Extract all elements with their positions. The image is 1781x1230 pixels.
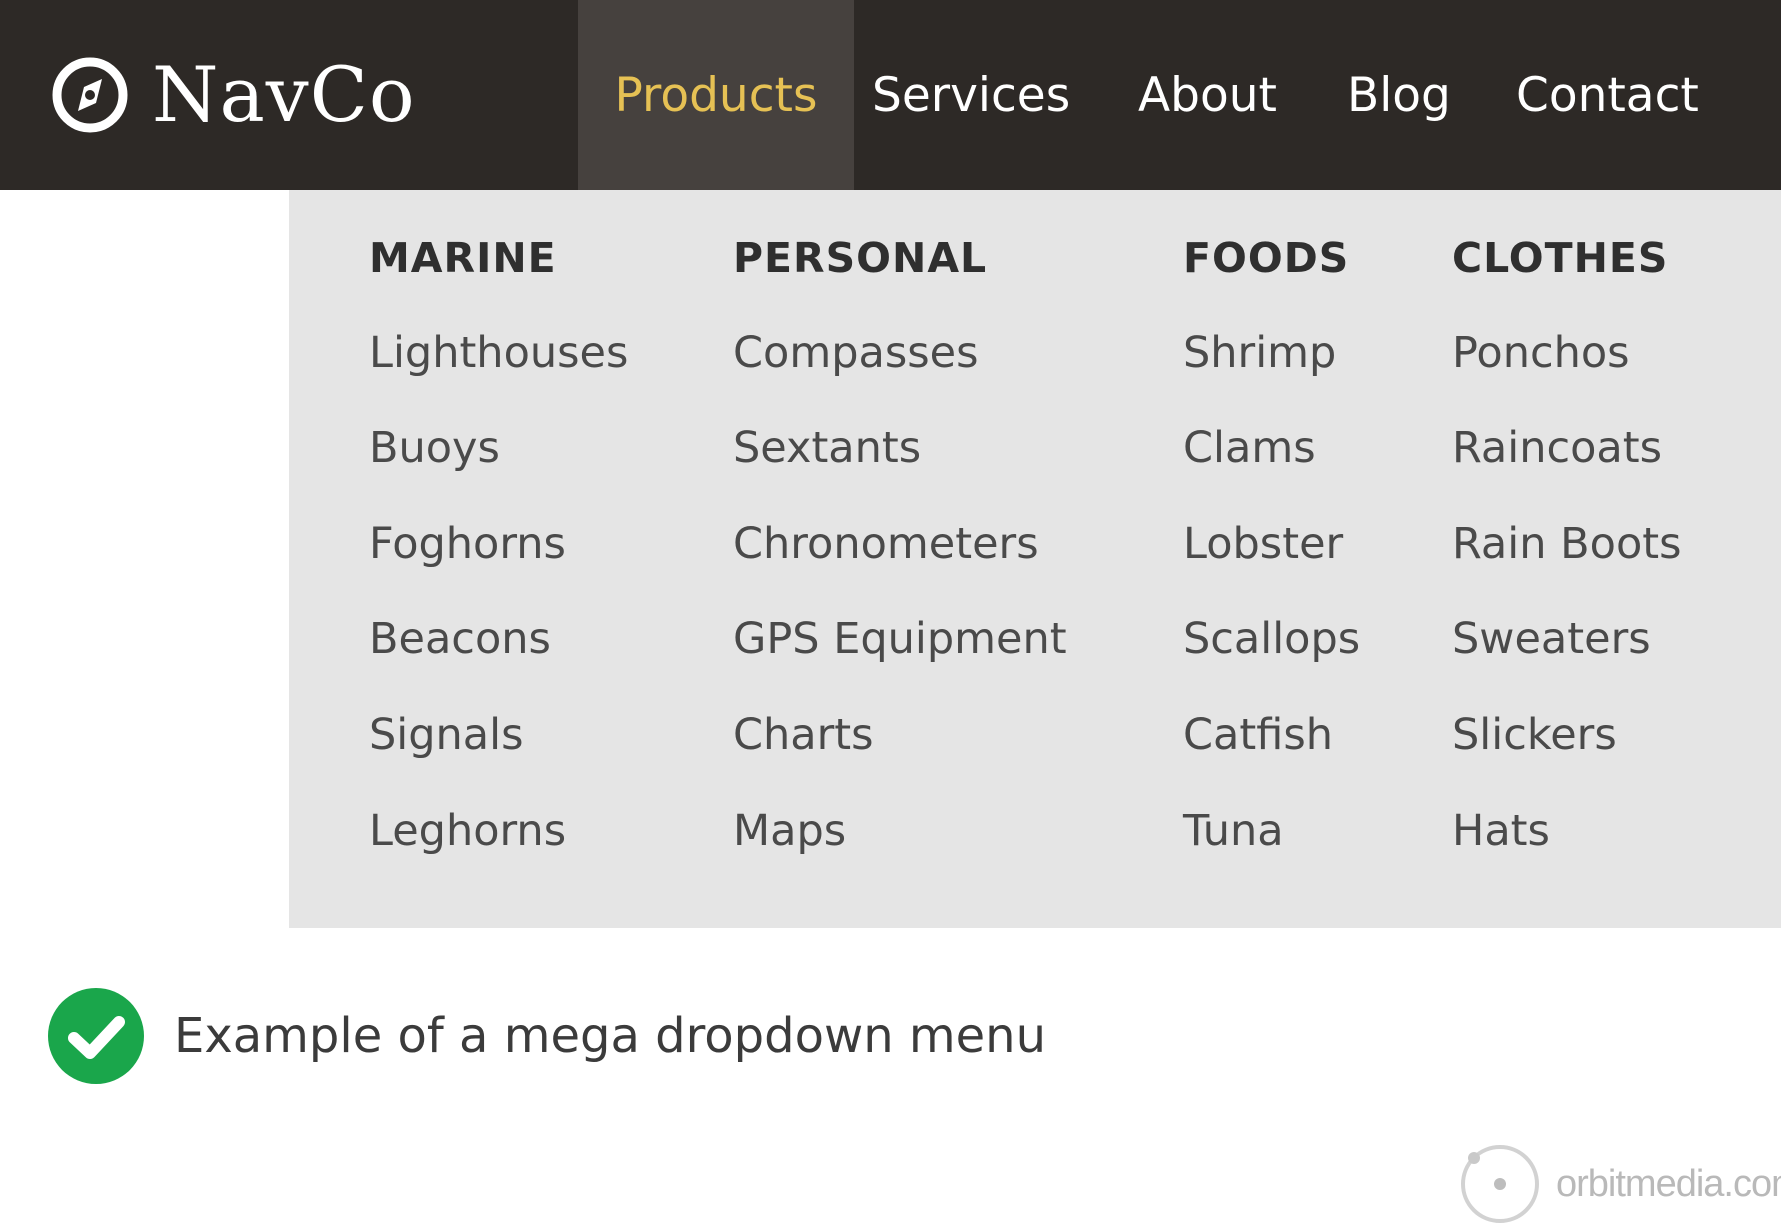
menu-link[interactable]: Leghorns <box>369 810 566 853</box>
menu-link[interactable]: Compasses <box>733 332 979 375</box>
menu-link[interactable]: Lighthouses <box>369 332 628 375</box>
watermark: orbitmedia.com <box>1458 1142 1781 1226</box>
menu-link[interactable]: Sweaters <box>1452 618 1651 661</box>
mega-dropdown-panel: MARINE Lighthouses Buoys Foghorns Beacon… <box>289 190 1781 928</box>
menu-link[interactable]: Tuna <box>1183 810 1284 853</box>
page: NavCo Products Services About Blog Conta… <box>0 0 1781 1230</box>
menu-link[interactable]: Shrimp <box>1183 332 1336 375</box>
caption-text: Example of a mega dropdown menu <box>174 1008 1047 1064</box>
menu-link[interactable]: Ponchos <box>1452 332 1630 375</box>
menu-link[interactable]: Sextants <box>733 427 921 470</box>
menu-link[interactable]: Raincoats <box>1452 427 1662 470</box>
column-heading: FOODS <box>1183 234 1350 282</box>
menu-link[interactable]: Buoys <box>369 427 500 470</box>
menu-link[interactable]: Foghorns <box>369 523 566 566</box>
menu-link[interactable]: Maps <box>733 810 846 853</box>
nav-item-about[interactable]: About <box>1138 0 1298 190</box>
orbit-icon <box>1461 1145 1539 1223</box>
compass-icon <box>52 57 128 133</box>
menu-link[interactable]: Catfish <box>1183 714 1333 757</box>
nav-item-services[interactable]: Services <box>872 0 1092 190</box>
column-heading: MARINE <box>369 234 557 282</box>
menu-link[interactable]: Slickers <box>1452 714 1617 757</box>
menu-link[interactable]: Clams <box>1183 427 1316 470</box>
nav-item-contact[interactable]: Contact <box>1516 0 1716 190</box>
menu-link[interactable]: Beacons <box>369 618 551 661</box>
menu-link[interactable]: Signals <box>369 714 524 757</box>
nav-item-products[interactable]: Products <box>578 0 854 190</box>
menu-link[interactable]: GPS Equipment <box>733 618 1067 661</box>
menu-link[interactable]: Scallops <box>1183 618 1360 661</box>
column-heading: CLOTHES <box>1452 234 1669 282</box>
column-heading: PERSONAL <box>733 234 988 282</box>
menu-link[interactable]: Lobster <box>1183 523 1343 566</box>
check-circle-icon <box>48 988 144 1084</box>
menu-link[interactable]: Charts <box>733 714 874 757</box>
menu-link[interactable]: Hats <box>1452 810 1550 853</box>
nav-item-blog[interactable]: Blog <box>1347 0 1465 190</box>
menu-link[interactable]: Rain Boots <box>1452 523 1682 566</box>
brand-logo-link[interactable]: NavCo <box>50 0 416 190</box>
menu-link[interactable]: Chronometers <box>733 523 1039 566</box>
watermark-text: orbitmedia.com <box>1556 1162 1781 1205</box>
example-caption: Example of a mega dropdown menu <box>48 988 1046 1084</box>
top-navbar: NavCo Products Services About Blog Conta… <box>0 0 1781 190</box>
brand-name: NavCo <box>152 50 416 139</box>
